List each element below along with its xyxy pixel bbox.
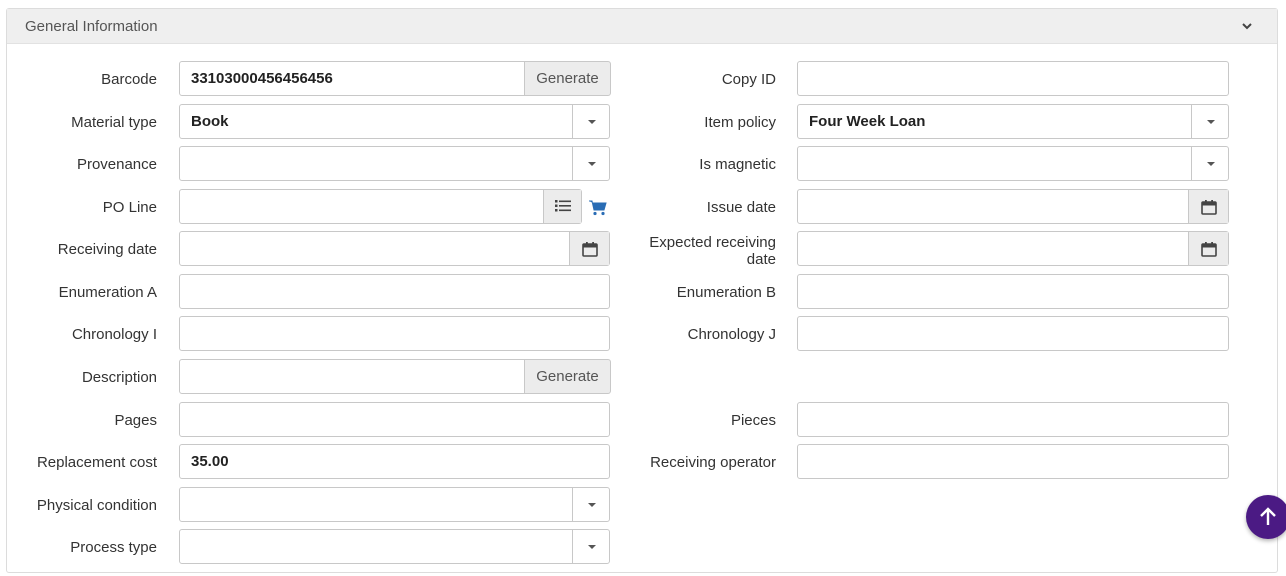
- chronology-j-label: Chronology J: [687, 326, 776, 343]
- description-input[interactable]: [179, 359, 525, 394]
- scroll-to-top-button[interactable]: [1246, 495, 1286, 539]
- receiving-date-label: Receiving date: [57, 241, 157, 258]
- provenance-label: Provenance: [76, 156, 157, 173]
- chevron-down-icon[interactable]: [572, 105, 609, 138]
- arrow-up-icon: [1260, 507, 1276, 525]
- chevron-down-icon[interactable]: [572, 488, 609, 521]
- is-magnetic-select[interactable]: [797, 146, 1229, 181]
- description-label: Description: [81, 369, 157, 386]
- copy-id-label: Copy ID: [721, 71, 776, 88]
- item-policy-select[interactable]: Four Week Loan: [797, 104, 1229, 139]
- calendar-icon[interactable]: [1188, 190, 1228, 223]
- chevron-down-icon[interactable]: [572, 530, 609, 563]
- expected-receiving-date-label-line1: Expected receiving: [649, 234, 776, 251]
- receiving-date-input[interactable]: [179, 231, 610, 266]
- material-type-label: Material type: [71, 114, 157, 131]
- chevron-down-icon[interactable]: [1191, 105, 1228, 138]
- item-policy-value: Four Week Loan: [809, 113, 926, 130]
- generate-barcode-button[interactable]: Generate: [524, 61, 611, 96]
- process-type-label: Process type: [70, 539, 157, 556]
- pages-input[interactable]: [179, 402, 610, 437]
- chevron-down-icon[interactable]: [1239, 18, 1255, 34]
- enumeration-a-input[interactable]: [179, 274, 610, 309]
- receiving-operator-label: Receiving operator: [650, 454, 776, 471]
- physical-condition-select[interactable]: [179, 487, 610, 522]
- barcode-value: 33103000456456456: [191, 70, 333, 87]
- chevron-down-icon[interactable]: [1191, 147, 1228, 180]
- is-magnetic-label: Is magnetic: [699, 156, 776, 173]
- replacement-cost-label: Replacement cost: [36, 454, 157, 471]
- expected-receiving-date-label: Expected receiving date: [620, 234, 776, 268]
- section-header[interactable]: General Information: [7, 9, 1277, 44]
- barcode-input[interactable]: 33103000456456456: [179, 61, 525, 96]
- po-line-label: PO Line: [102, 199, 157, 216]
- provenance-select[interactable]: [179, 146, 610, 181]
- generate-description-button[interactable]: Generate: [524, 359, 611, 394]
- chronology-i-label: Chronology I: [71, 326, 157, 343]
- enumeration-b-input[interactable]: [797, 274, 1229, 309]
- replacement-cost-value: 35.00: [191, 453, 229, 470]
- physical-condition-label: Physical condition: [36, 497, 157, 514]
- chevron-down-icon[interactable]: [572, 147, 609, 180]
- material-type-value: Book: [191, 113, 229, 130]
- po-line-input[interactable]: [179, 189, 582, 224]
- chronology-i-input[interactable]: [179, 316, 610, 351]
- expected-receiving-date-input[interactable]: [797, 231, 1229, 266]
- expected-receiving-date-label-line2: date: [746, 251, 776, 268]
- list-icon[interactable]: [543, 190, 581, 223]
- chronology-j-input[interactable]: [797, 316, 1229, 351]
- enumeration-b-label: Enumeration B: [676, 284, 776, 301]
- calendar-icon[interactable]: [569, 232, 609, 265]
- pieces-label: Pieces: [730, 412, 776, 429]
- copy-id-input[interactable]: [797, 61, 1229, 96]
- replacement-cost-input[interactable]: 35.00: [179, 444, 610, 479]
- pieces-input[interactable]: [797, 402, 1229, 437]
- calendar-icon[interactable]: [1188, 232, 1228, 265]
- pages-label: Pages: [114, 412, 157, 429]
- section-title: General Information: [25, 18, 158, 35]
- enumeration-a-label: Enumeration A: [58, 284, 157, 301]
- receiving-operator-input[interactable]: [797, 444, 1229, 479]
- barcode-label: Barcode: [101, 71, 157, 88]
- shopping-cart-icon[interactable]: [589, 200, 607, 216]
- material-type-select[interactable]: Book: [179, 104, 610, 139]
- item-policy-label: Item policy: [704, 114, 776, 131]
- issue-date-label: Issue date: [706, 199, 776, 216]
- issue-date-input[interactable]: [797, 189, 1229, 224]
- process-type-select[interactable]: [179, 529, 610, 564]
